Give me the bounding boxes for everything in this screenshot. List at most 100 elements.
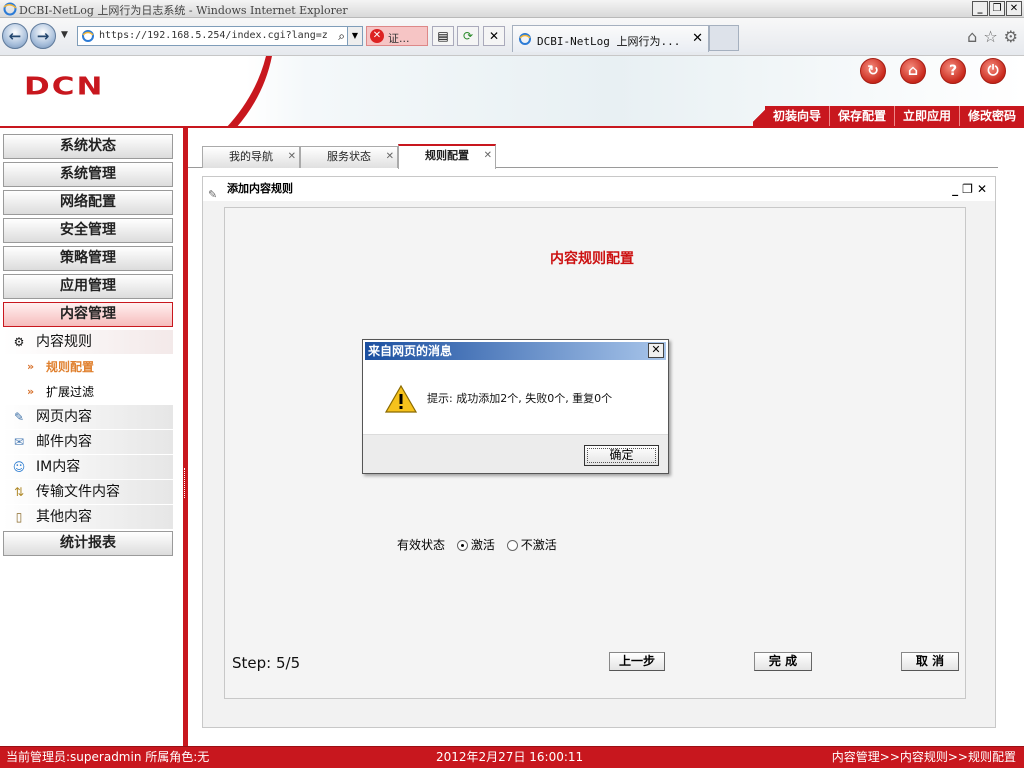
- restore-button[interactable]: ❐: [989, 1, 1005, 16]
- mail-content-icon: ✉: [13, 435, 25, 449]
- sidebar-item-content-rule[interactable]: ⚙ 内容规则: [3, 330, 173, 354]
- panel-title: 添加内容规则: [227, 182, 293, 195]
- close-window-button[interactable]: ✕: [1006, 1, 1022, 16]
- sidebar-item-im-content[interactable]: ☺ IM内容: [3, 455, 173, 479]
- sidebar-item-web-content[interactable]: ✎ 网页内容: [3, 405, 173, 429]
- sidebar-item-mail-content[interactable]: ✉ 邮件内容: [3, 430, 173, 454]
- arrow-right-icon: »: [27, 360, 35, 373]
- window-controls: _ ❐ ✕: [972, 1, 1022, 16]
- tab-label: 规则配置: [425, 149, 469, 162]
- left-sidebar: 系统状态 系统管理 网络配置 安全管理 策略管理 应用管理 内容管理 ⚙ 内容规…: [0, 128, 183, 746]
- apply-now-button[interactable]: 立即应用: [893, 106, 959, 126]
- web-content-icon: ✎: [13, 410, 25, 424]
- page-tabs: 我的导航 ✕ 服务状态 ✕ 规则配置 ✕: [188, 144, 998, 169]
- message-dialog: 来自网页的消息 ✕ 提示: 成功添加2个, 失败0个, 重复0个 确定: [362, 339, 669, 474]
- previous-step-button[interactable]: 上一步: [609, 652, 665, 671]
- panel-header: ✎ 添加内容规则 _❐✕: [203, 177, 995, 201]
- sidebar-subitem-extended-filter[interactable]: » 扩展过滤: [3, 380, 173, 404]
- sidebar-subitem-label: 扩展过滤: [46, 385, 95, 399]
- cert-label: 证...: [388, 32, 410, 45]
- refresh-icon[interactable]: ⟳: [457, 26, 479, 46]
- radio-inactive-label[interactable]: 不激活: [521, 538, 557, 552]
- app-header: DCN ↻ ⌂ ? ⏻ 初装向导 保存配置 立即应用 修改密码: [0, 56, 1024, 128]
- menu-statistics-report[interactable]: 统计报表: [3, 531, 173, 556]
- history-dropdown-icon[interactable]: ▼: [61, 30, 68, 40]
- forward-button[interactable]: →: [30, 23, 56, 49]
- tools-gear-icon[interactable]: ⚙: [1004, 27, 1018, 46]
- window-title: DCBI-NetLog 上网行为日志系统 - Windows Internet …: [19, 4, 348, 17]
- browser-tab-active[interactable]: DCBI-NetLog 上网行为... ✕: [512, 25, 709, 52]
- tab-close-icon[interactable]: ✕: [692, 31, 703, 46]
- home-icon[interactable]: ⌂: [967, 27, 977, 46]
- sidebar-item-label: 其他内容: [36, 509, 92, 525]
- other-content-icon: ▯: [15, 510, 23, 524]
- tab-my-navigation[interactable]: 我的导航 ✕: [202, 146, 300, 168]
- logout-header-icon[interactable]: ⏻: [980, 58, 1006, 84]
- dialog-title: 来自网页的消息: [365, 342, 666, 360]
- menu-system-management[interactable]: 系统管理: [3, 162, 173, 187]
- tab-close-icon[interactable]: ✕: [386, 147, 394, 167]
- radio-inactive[interactable]: [506, 540, 518, 551]
- radio-active[interactable]: [456, 540, 468, 551]
- config-title: 内容规则配置: [550, 251, 634, 267]
- tab-rule-config[interactable]: 规则配置 ✕: [398, 144, 496, 169]
- valid-status-row: 有效状态 激活 不激活: [397, 536, 557, 553]
- search-icon[interactable]: ⌕: [338, 29, 345, 44]
- sidebar-item-label: 内容规则: [36, 334, 92, 350]
- save-config-button[interactable]: 保存配置: [828, 106, 894, 126]
- tab-close-icon[interactable]: ✕: [484, 146, 492, 166]
- compat-view-icon[interactable]: ▤: [432, 26, 454, 46]
- change-password-button[interactable]: 修改密码: [958, 106, 1024, 126]
- arrow-right-icon: »: [27, 385, 35, 398]
- tab-close-icon[interactable]: ✕: [288, 147, 296, 167]
- menu-security-management[interactable]: 安全管理: [3, 218, 173, 243]
- tab-service-status[interactable]: 服务状态 ✕: [300, 146, 398, 168]
- new-tab-button[interactable]: [709, 25, 739, 51]
- address-url[interactable]: https://192.168.5.254/index.cgi?lang=z: [99, 30, 327, 41]
- finish-button[interactable]: 完 成: [754, 652, 812, 671]
- dialog-footer: 确定: [363, 434, 668, 473]
- help-header-icon[interactable]: ?: [940, 58, 966, 84]
- sidebar-item-label: 网页内容: [36, 409, 92, 425]
- menu-app-management[interactable]: 应用管理: [3, 274, 173, 299]
- sidebar-item-label: 邮件内容: [36, 434, 92, 450]
- dialog-message: 提示: 成功添加2个, 失败0个, 重复0个: [427, 392, 613, 405]
- back-button[interactable]: ←: [2, 23, 28, 49]
- cancel-button[interactable]: 取 消: [901, 652, 959, 671]
- setup-wizard-button[interactable]: 初装向导: [764, 106, 829, 126]
- menu-policy-management[interactable]: 策略管理: [3, 246, 173, 271]
- valid-status-label: 有效状态: [397, 538, 446, 552]
- home-header-icon[interactable]: ⌂: [900, 58, 926, 84]
- panel-restore-icon[interactable]: ❐: [962, 182, 977, 196]
- stop-icon[interactable]: ✕: [483, 26, 505, 46]
- menu-network-config[interactable]: 网络配置: [3, 190, 173, 215]
- panel-close-icon[interactable]: ✕: [977, 182, 991, 196]
- minimize-button[interactable]: _: [972, 1, 988, 16]
- menu-system-status[interactable]: 系统状态: [3, 134, 173, 159]
- sidebar-subitem-rule-config[interactable]: » 规则配置: [3, 355, 173, 379]
- header-swoosh: [226, 56, 272, 128]
- window-titlebar: DCBI-NetLog 上网行为日志系统 - Windows Internet …: [0, 0, 1024, 18]
- pencil-icon: ✎: [208, 188, 218, 201]
- file-transfer-icon: ⇅: [13, 485, 25, 499]
- status-bar: 当前管理员:superadmin 所属角色:无 2012年2月27日 16:00…: [0, 746, 1024, 768]
- ok-button[interactable]: 确定: [584, 445, 659, 466]
- sidebar-item-other-content[interactable]: ▯ 其他内容: [3, 505, 173, 529]
- warning-icon: [385, 384, 417, 413]
- panel-minimize-icon[interactable]: _: [952, 182, 962, 196]
- address-bar[interactable]: https://192.168.5.254/index.cgi?lang=z ⌕…: [77, 26, 363, 46]
- favorites-star-icon[interactable]: ☆: [983, 27, 997, 46]
- tab-label: 服务状态: [327, 150, 371, 163]
- menu-content-management[interactable]: 内容管理: [3, 302, 173, 327]
- dialog-close-button[interactable]: ✕: [648, 343, 664, 358]
- radio-active-label[interactable]: 激活: [471, 538, 495, 552]
- sidebar-item-file-transfer-content[interactable]: ⇅ 传输文件内容: [3, 480, 173, 504]
- splitter-grip: [184, 468, 187, 498]
- current-admin: 当前管理员:superadmin 所属角色:无: [6, 750, 210, 764]
- address-dropdown-icon[interactable]: ▼: [347, 27, 362, 45]
- certificate-error-badge[interactable]: ✕ 证...: [366, 26, 428, 46]
- im-content-icon: ☺: [12, 460, 26, 474]
- dcn-logo: DCN: [24, 72, 105, 101]
- sidebar-item-label: IM内容: [36, 459, 81, 475]
- refresh-header-icon[interactable]: ↻: [860, 58, 886, 84]
